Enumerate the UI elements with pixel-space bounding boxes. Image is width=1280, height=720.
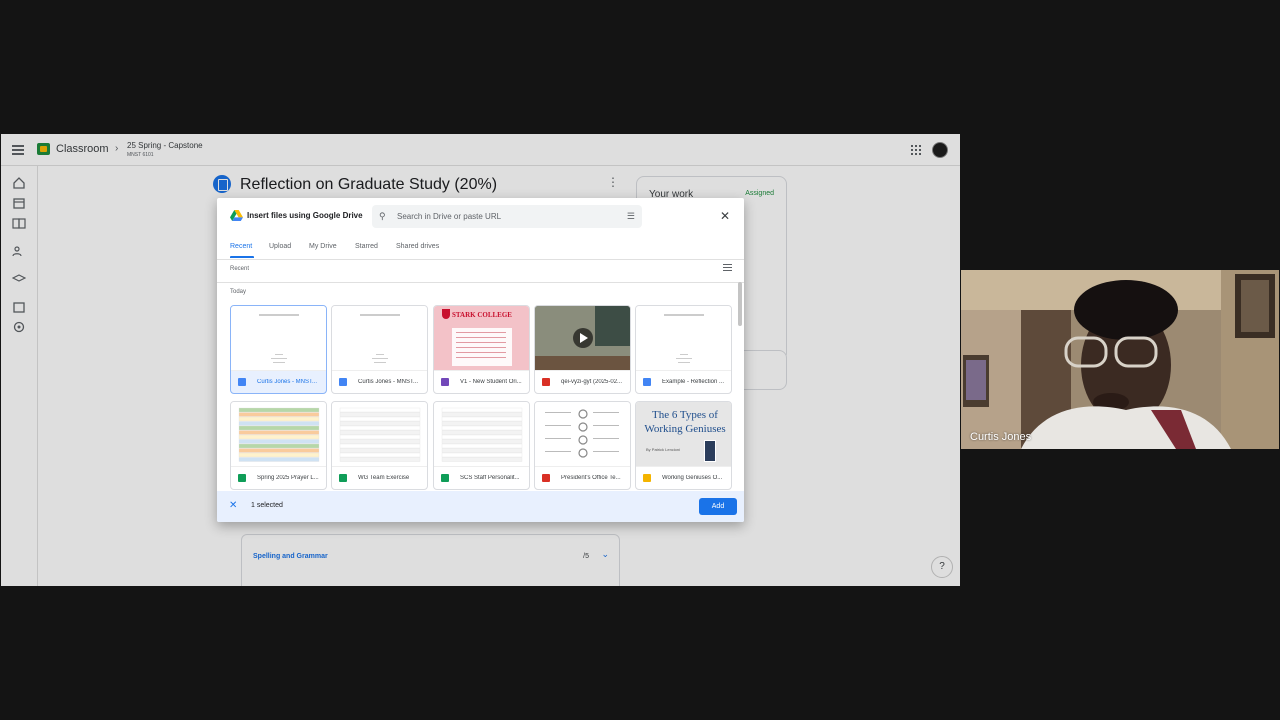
file-footer: Curtis Jones - MNST... [231, 372, 326, 393]
doc-file-icon [643, 378, 651, 386]
file-tile[interactable]: Spring 2025 Prayer L... [230, 401, 327, 490]
thumbnail-subtext: By Patrick Lencioni [646, 447, 681, 452]
active-tab-indicator [230, 256, 254, 258]
file-thumbnail [535, 402, 630, 467]
file-footer: President's Office Te... [535, 468, 630, 489]
file-thumbnail [535, 306, 630, 371]
file-thumbnail: The 6 Types of Working Geniuses By Patric… [636, 402, 731, 467]
doc-file-icon [238, 378, 246, 386]
selected-count: 1 selected [251, 502, 283, 509]
thumbnail-text: STARK COLLEGE [452, 311, 512, 319]
shared-screen: Classroom › 25 Spring - Capstone MNST 61… [1, 134, 960, 586]
file-name: Example - Reflection ... [662, 379, 725, 385]
file-name: Curtis Jones - MNST... [358, 379, 419, 385]
sheet-file-icon [441, 474, 449, 482]
file-thumbnail [434, 402, 529, 467]
video-file-icon [542, 378, 550, 386]
file-tile[interactable]: Example - Reflection ... [635, 305, 732, 394]
search-options-icon[interactable]: ☰ [627, 211, 635, 222]
group-label-today: Today [230, 289, 247, 295]
tabs-divider [217, 259, 744, 260]
dialog-title: Insert files using Google Drive [247, 211, 363, 220]
college-shield-icon [442, 309, 450, 319]
file-tile[interactable]: STARK COLLEGE V1 - New Student Ori... [433, 305, 530, 394]
video-frame: Classroom › 25 Spring - Capstone MNST 61… [0, 0, 1280, 720]
participant-video: Curtis Jones [961, 270, 1279, 449]
file-name: V1 - New Student Ori... [460, 379, 522, 385]
google-drive-logo-icon [230, 210, 243, 221]
drive-search-input[interactable]: ⚲ Search in Drive or paste URL ☰ [372, 205, 642, 228]
file-footer: WG Team Exercise [332, 468, 427, 489]
file-footer: Working Geniuses O... [636, 468, 731, 489]
file-name: SCS Staff Personalit... [460, 475, 520, 481]
clear-selection-icon[interactable]: ✕ [229, 500, 237, 511]
add-button[interactable]: Add [699, 498, 737, 515]
tab-starred[interactable]: Starred [355, 243, 378, 250]
file-tile[interactable]: President's Office Te... [534, 401, 631, 490]
file-footer: V1 - New Student Ori... [434, 372, 529, 393]
file-name: Spring 2025 Prayer L... [257, 475, 319, 481]
pdf-file-icon [542, 474, 550, 482]
sheet-file-icon [238, 474, 246, 482]
file-name: Working Geniuses O... [662, 475, 723, 481]
file-tile[interactable]: The 6 Types of Working Geniuses By Patric… [635, 401, 732, 490]
doc-file-icon [339, 378, 347, 386]
close-icon[interactable]: ✕ [720, 210, 730, 222]
file-footer: Curtis Jones - MNST... [332, 372, 427, 393]
slides-file-icon [643, 474, 651, 482]
book-cover-icon [704, 440, 716, 462]
file-tile[interactable]: Curtis Jones - MNST... [331, 305, 428, 394]
list-view-icon[interactable] [723, 264, 732, 272]
drive-picker-dialog: Insert files using Google Drive ⚲ Search… [217, 198, 744, 522]
thumbnail-text: The 6 Types of Working Geniuses [644, 409, 726, 435]
form-file-icon [441, 378, 449, 386]
file-tile[interactable]: Curtis Jones - MNST... [230, 305, 327, 394]
file-footer: Spring 2025 Prayer L... [231, 468, 326, 489]
sheet-file-icon [339, 474, 347, 482]
file-footer: SCS Staff Personalit... [434, 468, 529, 489]
section-divider [217, 282, 744, 283]
selection-bar: ✕ 1 selected Add [217, 491, 744, 522]
search-placeholder: Search in Drive or paste URL [397, 212, 502, 221]
tab-shared-drives[interactable]: Shared drives [396, 243, 439, 250]
participant-video-image [961, 270, 1279, 449]
file-thumbnail [332, 306, 427, 371]
file-tile[interactable]: SCS Staff Personalit... [433, 401, 530, 490]
tab-my-drive[interactable]: My Drive [309, 243, 337, 250]
section-label: Recent [230, 266, 250, 272]
file-tile[interactable]: WG Team Exercise [331, 401, 428, 490]
file-thumbnail: STARK COLLEGE [434, 306, 529, 371]
participant-name: Curtis Jones [970, 431, 1032, 443]
file-thumbnail [332, 402, 427, 467]
file-name: qei-vyzi-gyt (2025-02... [561, 379, 623, 385]
file-thumbnail [231, 306, 326, 371]
file-tile[interactable]: qei-vyzi-gyt (2025-02... [534, 305, 631, 394]
file-name: Curtis Jones - MNST... [257, 379, 318, 385]
file-name: WG Team Exercise [358, 475, 410, 481]
file-thumbnail [231, 402, 326, 467]
search-icon: ⚲ [379, 211, 386, 221]
tab-recent[interactable]: Recent [230, 243, 252, 250]
file-footer: Example - Reflection ... [636, 372, 731, 393]
file-name: President's Office Te... [561, 475, 621, 481]
tab-upload[interactable]: Upload [269, 243, 291, 250]
scrollbar[interactable] [738, 282, 742, 326]
file-thumbnail [636, 306, 731, 371]
file-footer: qei-vyzi-gyt (2025-02... [535, 372, 630, 393]
